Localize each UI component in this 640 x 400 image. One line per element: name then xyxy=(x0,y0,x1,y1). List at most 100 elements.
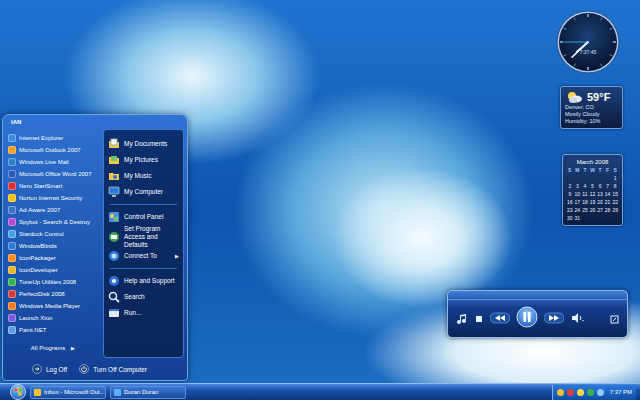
place-icon xyxy=(108,307,120,319)
empty-day xyxy=(604,215,612,222)
pinned-label: Windows Live Mail xyxy=(19,159,69,165)
place-icon xyxy=(108,250,120,262)
pinned-item[interactable]: Launch Xion xyxy=(6,312,100,324)
turn-off-button[interactable]: Turn Off Computer xyxy=(79,364,147,374)
calendar-day[interactable]: 6 xyxy=(596,183,604,190)
task-label: Inbox - Microsoft Out... xyxy=(44,389,105,395)
pinned-item[interactable]: PerfectDisk 2008 xyxy=(6,288,100,300)
place-item[interactable]: Set Program Access and Defaults xyxy=(108,225,179,248)
calendar-day[interactable]: 15 xyxy=(611,191,619,198)
calendar-day[interactable]: 23 xyxy=(566,207,574,214)
calendar-day[interactable]: 14 xyxy=(604,191,612,198)
pinned-label: TuneUp Utilities 2008 xyxy=(19,279,76,285)
pinned-item[interactable]: Microsoft Office Word 2007 xyxy=(6,168,100,180)
calendar-day[interactable]: 10 xyxy=(574,191,582,198)
pinned-item[interactable]: IconPackager xyxy=(6,252,100,264)
calendar-day[interactable]: 2 xyxy=(566,183,574,190)
places-list: My DocumentsMy PicturesMy MusicMy Comput… xyxy=(103,129,184,358)
pinned-item[interactable]: Microsoft Outlook 2007 xyxy=(6,144,100,156)
pinned-list: Internet ExplorerMicrosoft Outlook 2007 W… xyxy=(6,129,100,358)
tray-icon[interactable] xyxy=(567,389,574,396)
task-button[interactable]: Inbox - Microsoft Out... xyxy=(30,386,106,399)
place-item[interactable]: Help and Support xyxy=(108,273,179,289)
calendar-day[interactable]: 3 xyxy=(574,183,582,190)
calendar-day[interactable]: 24 xyxy=(574,207,582,214)
place-item[interactable]: My Computer xyxy=(108,184,179,200)
calendar-day[interactable]: 7 xyxy=(604,183,612,190)
pinned-label: Ad-Aware 2007 xyxy=(19,207,60,213)
place-label: Run... xyxy=(124,309,179,317)
calendar-day[interactable]: 13 xyxy=(596,191,604,198)
calendar-day[interactable]: 28 xyxy=(604,207,612,214)
pinned-item[interactable]: Stardock Control xyxy=(6,228,100,240)
pinned-label: IconDeveloper xyxy=(19,267,58,273)
pinned-item[interactable]: TuneUp Utilities 2008 xyxy=(6,276,100,288)
place-item[interactable]: Run... xyxy=(108,305,179,321)
program-icon xyxy=(8,134,16,142)
pinned-item[interactable]: Spybot - Search & Destroy xyxy=(6,216,100,228)
calendar-day[interactable]: 27 xyxy=(596,207,604,214)
pinned-label: Launch Xion xyxy=(19,315,52,321)
stop-button[interactable] xyxy=(474,310,484,328)
all-programs[interactable]: All Programs▶ xyxy=(6,341,100,355)
pinned-item[interactable]: Windows Live Mail xyxy=(6,156,100,168)
calendar-day[interactable]: 29 xyxy=(611,207,619,214)
calendar-day[interactable]: 20 xyxy=(596,199,604,206)
calendar-day[interactable]: 1 xyxy=(611,175,619,182)
volume-button[interactable] xyxy=(570,310,586,328)
place-item[interactable]: My Music xyxy=(108,168,179,184)
tray-icon[interactable] xyxy=(587,389,594,396)
fullmode-button[interactable] xyxy=(610,310,619,328)
weather-header: 59°F xyxy=(565,90,618,104)
calendar-day[interactable]: 8 xyxy=(611,183,619,190)
pinned-item[interactable]: Nero StartSmart xyxy=(6,180,100,192)
calendar-day[interactable]: 5 xyxy=(589,183,597,190)
calendar-day[interactable]: 11 xyxy=(581,191,589,198)
program-icon xyxy=(8,230,16,238)
place-item[interactable]: Connect To▶ xyxy=(108,248,179,264)
calendar-day[interactable]: 17 xyxy=(574,199,582,206)
tray-icon[interactable] xyxy=(557,389,564,396)
place-item[interactable]: My Pictures xyxy=(108,152,179,168)
player-title-bar xyxy=(448,291,627,300)
pinned-item[interactable]: Windows Media Player xyxy=(6,300,100,312)
pinned-item[interactable]: Ad-Aware 2007 xyxy=(6,204,100,216)
calendar-day[interactable]: 22 xyxy=(611,199,619,206)
all-programs-label: All Programs xyxy=(31,345,65,351)
calendar-day[interactable]: 4 xyxy=(581,183,589,190)
previous-button[interactable] xyxy=(490,310,510,328)
play-pause-button[interactable] xyxy=(516,306,538,332)
pinned-item[interactable]: IconDeveloper xyxy=(6,264,100,276)
weather-location: Denver, CO xyxy=(565,104,618,111)
tray-icon[interactable] xyxy=(597,389,604,396)
calendar-day[interactable]: 19 xyxy=(589,199,597,206)
calendar-day[interactable]: 16 xyxy=(566,199,574,206)
log-off-button[interactable]: Log Off xyxy=(32,364,67,374)
arrow-icon: ▶ xyxy=(175,253,179,259)
pinned-item[interactable]: WindowBlinds xyxy=(6,240,100,252)
tray-icon[interactable] xyxy=(577,389,584,396)
place-item[interactable]: Search xyxy=(108,289,179,305)
calendar-day[interactable]: 12 xyxy=(589,191,597,198)
calendar-day[interactable]: 18 xyxy=(581,199,589,206)
expand-icon xyxy=(610,315,619,324)
calendar-day[interactable]: 25 xyxy=(581,207,589,214)
pinned-item[interactable]: Norton Internet Security xyxy=(6,192,100,204)
empty-day xyxy=(589,215,597,222)
next-button[interactable] xyxy=(544,310,564,328)
calendar-day[interactable]: 21 xyxy=(604,199,612,206)
calendar-day[interactable]: 26 xyxy=(589,207,597,214)
calendar-day[interactable]: 31 xyxy=(574,215,582,222)
start-button[interactable] xyxy=(10,384,26,400)
calendar-day[interactable]: 9 xyxy=(566,191,574,198)
task-button[interactable]: Duran Duran xyxy=(110,386,186,399)
weather-humidity: Humidity: 10% xyxy=(565,118,618,125)
empty-day xyxy=(581,175,589,182)
pinned-item[interactable]: Internet Explorer xyxy=(6,132,100,144)
pinned-item[interactable]: Paint.NET xyxy=(6,324,100,336)
place-item[interactable]: Control Panel xyxy=(108,209,179,225)
program-icon xyxy=(8,206,16,214)
calendar-day[interactable]: 30 xyxy=(566,215,574,222)
clock-digital: 7:37:45 xyxy=(556,49,620,55)
place-item[interactable]: My Documents xyxy=(108,136,179,152)
